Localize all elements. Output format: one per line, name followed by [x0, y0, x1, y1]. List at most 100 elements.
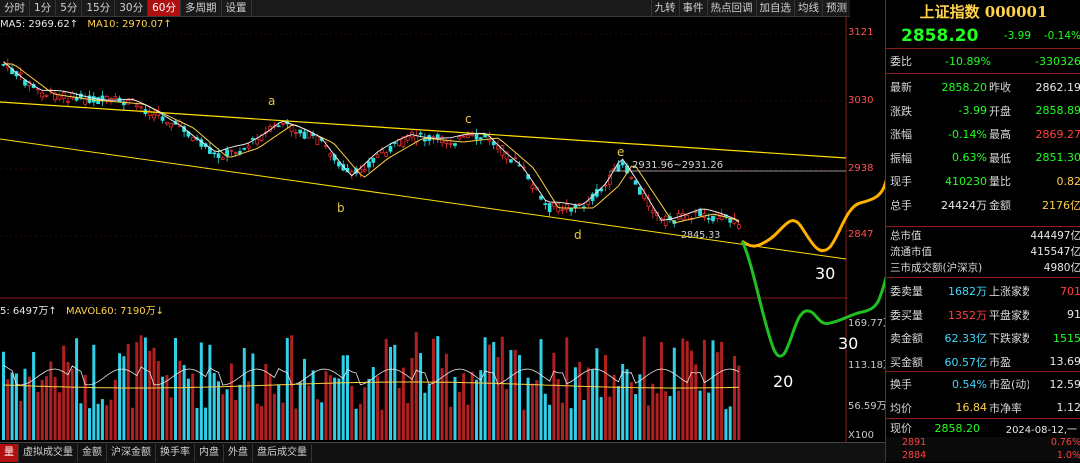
volume-bar [595, 348, 599, 440]
moving-average-button[interactable]: 均线 [794, 0, 822, 16]
volume-bar [75, 338, 79, 440]
quote-label: 最新 [890, 81, 912, 94]
hot-callback-button[interactable]: 热点回调 [706, 0, 756, 16]
price-change-pct: -0.14% [1043, 30, 1080, 42]
candle-body [246, 145, 251, 149]
period-button[interactable]: 设置 [222, 0, 252, 16]
period-button[interactable]: 60分 [148, 0, 181, 16]
candle-body [165, 121, 169, 125]
candle-body [375, 154, 380, 158]
market-value: 444497亿 [1030, 230, 1080, 242]
volume-bar [419, 353, 423, 440]
quote-label: 涨幅 [890, 128, 912, 141]
volume-bar [320, 402, 324, 440]
volume-bar [711, 340, 715, 440]
market-label: 三市成交额(沪深京) [890, 262, 983, 274]
quote-value: 24424万 [940, 198, 987, 212]
volume-bar [487, 344, 491, 440]
volume-bar [363, 387, 367, 440]
period-button[interactable]: 1分 [30, 0, 57, 16]
volume-bar [720, 341, 724, 440]
volume-bar [535, 380, 539, 440]
volume-bar [57, 392, 61, 440]
period-button[interactable]: 分时 [0, 0, 30, 16]
green-projection-path [740, 240, 885, 358]
forecast-button[interactable]: 预测 [822, 0, 850, 16]
volume-bar [629, 382, 633, 440]
period-button[interactable]: 30分 [115, 0, 149, 16]
indicator-tab[interactable]: 金额 [78, 444, 107, 462]
volume-bar [255, 403, 259, 440]
market-label: 总市值 [890, 230, 922, 242]
quote-label: 委卖量 [890, 285, 923, 298]
quote-label: 均价 [890, 401, 912, 415]
kline-chart[interactable]: a b c d e 2931.96~2931.26 2845.33 30 20 … [0, 17, 885, 442]
volume-bar [100, 399, 104, 440]
indicator-tab[interactable]: 内盘 [195, 444, 224, 462]
quote-value: 1.12 [1056, 401, 1080, 414]
last-price-value: 2858.20 [934, 421, 981, 435]
quote-value: 701 [1060, 284, 1080, 298]
volume-bar [169, 397, 173, 440]
add-watchlist-button[interactable]: 加自选 [755, 0, 795, 16]
quote-row: 振幅 0.63% 最低 2851.30 [886, 147, 1080, 169]
volume-bar [698, 390, 702, 440]
quote-row: 最新 2858.20 昨收 2862.19 [886, 76, 1080, 98]
volume-bars [2, 332, 741, 440]
mini-tick-3: 2884 [902, 450, 927, 461]
volume-bar [728, 406, 732, 440]
period-button[interactable]: 5分 [56, 0, 83, 16]
event-button[interactable]: 事件 [678, 0, 707, 16]
volume-bar [6, 379, 10, 440]
indicator-tab[interactable]: 换手率 [156, 444, 195, 462]
candle-body [560, 209, 565, 211]
volume-bar [655, 393, 659, 440]
indicator-tab[interactable]: 量 [0, 444, 19, 462]
volume-bar [380, 409, 384, 440]
quote-label: 平盘家数 [988, 308, 1029, 322]
candle-body [134, 104, 139, 107]
period-button[interactable]: 15分 [82, 0, 116, 16]
quote-label: 市净率 [988, 401, 1022, 415]
candle-body [255, 138, 260, 145]
volume-bar [277, 384, 281, 440]
candle-body [315, 135, 320, 145]
volume-bar [45, 376, 48, 440]
volume-bar [500, 336, 504, 440]
wave-label-a: a [268, 94, 275, 108]
last-price-time: 2024-08-12,一 [1005, 424, 1077, 436]
volume-bar [10, 372, 14, 440]
market-label: 流通市值 [890, 246, 932, 258]
period-button[interactable]: 多周期 [181, 0, 222, 16]
volume-bar [449, 406, 453, 440]
indicator-tab[interactable]: 盘后成交量 [253, 444, 312, 462]
volume-bar [444, 353, 448, 440]
quote-value: 2869.27 [1035, 127, 1080, 141]
indicator-tab[interactable]: 外盘 [224, 444, 253, 462]
candle-body [728, 218, 733, 223]
volume-bar [122, 356, 126, 440]
quote-label: 振幅 [890, 151, 912, 165]
quote-row: 换手 0.54% 市盈(动) 12.59 [886, 373, 1080, 395]
quote-row: 买金额 60.57亿 市盈 13.69 [886, 351, 1080, 373]
candle-body [18, 72, 23, 75]
volume-bar [681, 338, 685, 440]
volume-bar [105, 405, 109, 440]
volume-bar [634, 394, 638, 440]
market-row: 三市成交额(沪深京) 4980亿 [886, 260, 1080, 275]
volume-bar [496, 357, 500, 440]
indicator-tab[interactable]: 虚拟成交量 [19, 444, 78, 462]
range-price-label: 2931.96~2931.26 [632, 160, 723, 171]
volume-bar [272, 393, 276, 440]
quote-label: 买金额 [890, 355, 923, 369]
mini-chart: 2891 0.76% 2884 1.0% [886, 437, 1080, 462]
yellow-target-label: 30 [815, 264, 835, 283]
volume-bar [264, 363, 268, 440]
nine-turn-button[interactable]: 九转 [650, 0, 679, 16]
volume-bar [217, 381, 220, 440]
indicator-tab[interactable]: 沪深金额 [107, 444, 156, 462]
wave-label-e: e [617, 145, 624, 159]
wave-label-d: d [574, 228, 582, 242]
candle-body [470, 134, 475, 136]
volume-bar [131, 407, 134, 440]
